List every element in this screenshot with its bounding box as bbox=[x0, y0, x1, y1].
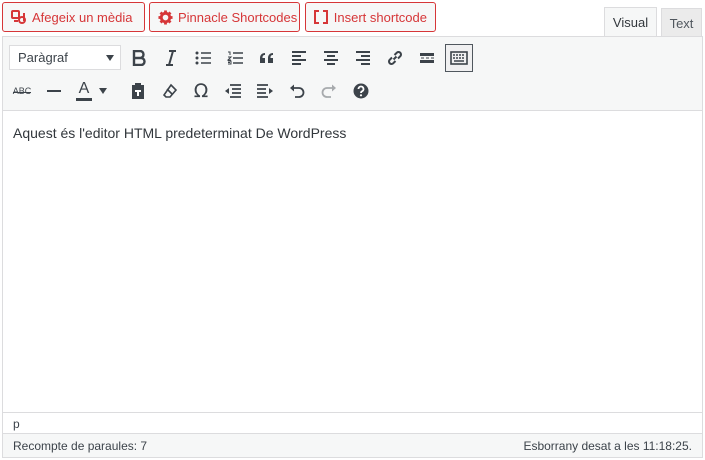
toolbar-toggle-icon bbox=[450, 51, 468, 65]
insert-shortcode-label: Insert shortcode bbox=[333, 9, 427, 25]
word-count: Recompte de paraules: 7 bbox=[13, 438, 148, 453]
editor-toolbar: Paràgraf ABC A Ω bbox=[3, 37, 702, 111]
horizontal-line-icon bbox=[47, 89, 61, 93]
help-icon bbox=[353, 83, 369, 99]
chevron-down-icon bbox=[99, 88, 107, 94]
brackets-icon bbox=[314, 9, 329, 25]
strikethrough-label: ABC bbox=[12, 86, 32, 96]
outdent-button[interactable] bbox=[219, 77, 247, 105]
tab-text[interactable]: Text bbox=[661, 8, 702, 37]
pinnacle-shortcodes-button[interactable]: Pinnacle Shortcodes bbox=[149, 2, 300, 32]
element-path: p bbox=[3, 412, 702, 433]
numbered-list-icon bbox=[227, 51, 243, 65]
status-bar: Recompte de paraules: 7 Esborrany desat … bbox=[3, 433, 702, 457]
text-color-letter: A bbox=[78, 80, 90, 97]
align-right-button[interactable] bbox=[349, 44, 377, 72]
special-character-button[interactable]: Ω bbox=[187, 77, 215, 105]
content-paragraph[interactable]: Aquest és l'editor HTML predeterminat De… bbox=[13, 125, 692, 141]
special-character-icon: Ω bbox=[193, 80, 209, 102]
insert-shortcode-button[interactable]: Insert shortcode bbox=[305, 2, 436, 32]
add-media-icon bbox=[11, 9, 27, 25]
blockquote-icon bbox=[259, 52, 275, 64]
align-right-icon bbox=[355, 51, 371, 65]
text-color-dropdown[interactable] bbox=[96, 77, 110, 105]
help-button[interactable] bbox=[347, 77, 375, 105]
bulleted-list-button[interactable] bbox=[189, 44, 217, 72]
wp-editor: Afegeix un mèdia Pinnacle Shortcodes Ins… bbox=[0, 0, 705, 460]
bold-icon bbox=[132, 50, 146, 66]
chevron-down-icon bbox=[106, 55, 114, 61]
read-more-button[interactable] bbox=[413, 44, 441, 72]
pinnacle-shortcodes-label: Pinnacle Shortcodes bbox=[178, 9, 298, 25]
numbered-list-button[interactable] bbox=[221, 44, 249, 72]
bold-button[interactable] bbox=[125, 44, 153, 72]
format-select[interactable]: Paràgraf bbox=[9, 45, 121, 70]
clear-formatting-icon bbox=[162, 83, 178, 99]
strikethrough-icon: ABC bbox=[12, 86, 32, 96]
add-media-label: Afegeix un mèdia bbox=[32, 9, 133, 25]
tab-visual-label: Visual bbox=[612, 15, 649, 30]
undo-icon bbox=[289, 84, 305, 98]
align-center-button[interactable] bbox=[317, 44, 345, 72]
tab-visual[interactable]: Visual bbox=[604, 7, 657, 37]
strikethrough-button[interactable]: ABC bbox=[8, 77, 36, 105]
autosave-status: Esborrany desat a les 11:18:25. bbox=[523, 438, 692, 453]
editor-frame: Paràgraf ABC A Ω Aquest és l'editor HTML… bbox=[2, 36, 703, 458]
text-color-button[interactable]: A bbox=[73, 77, 95, 105]
add-media-button[interactable]: Afegeix un mèdia bbox=[2, 2, 145, 32]
italic-icon bbox=[164, 50, 178, 66]
undo-button[interactable] bbox=[283, 77, 311, 105]
align-left-button[interactable] bbox=[285, 44, 313, 72]
redo-button[interactable] bbox=[315, 77, 343, 105]
bulleted-list-icon bbox=[195, 51, 211, 65]
clear-formatting-button[interactable] bbox=[156, 77, 184, 105]
italic-button[interactable] bbox=[157, 44, 185, 72]
align-center-icon bbox=[323, 51, 339, 65]
gear-icon bbox=[158, 9, 173, 25]
indent-icon bbox=[256, 84, 274, 98]
link-button[interactable] bbox=[381, 44, 409, 72]
paste-as-text-button[interactable] bbox=[124, 77, 152, 105]
blockquote-button[interactable] bbox=[253, 44, 281, 72]
horizontal-line-button[interactable] bbox=[40, 77, 68, 105]
outdent-icon bbox=[224, 84, 242, 98]
align-left-icon bbox=[291, 51, 307, 65]
editor-content[interactable]: Aquest és l'editor HTML predeterminat De… bbox=[3, 112, 702, 412]
link-icon bbox=[386, 49, 404, 67]
toolbar-toggle-button[interactable] bbox=[445, 44, 473, 72]
read-more-icon bbox=[419, 52, 435, 64]
text-color-icon: A bbox=[76, 81, 92, 101]
format-select-value: Paràgraf bbox=[18, 50, 68, 65]
paste-as-text-icon bbox=[130, 82, 146, 100]
tab-text-label: Text bbox=[669, 15, 694, 31]
indent-button[interactable] bbox=[251, 77, 279, 105]
path-item-p[interactable]: p bbox=[13, 417, 20, 431]
redo-icon bbox=[321, 84, 337, 98]
